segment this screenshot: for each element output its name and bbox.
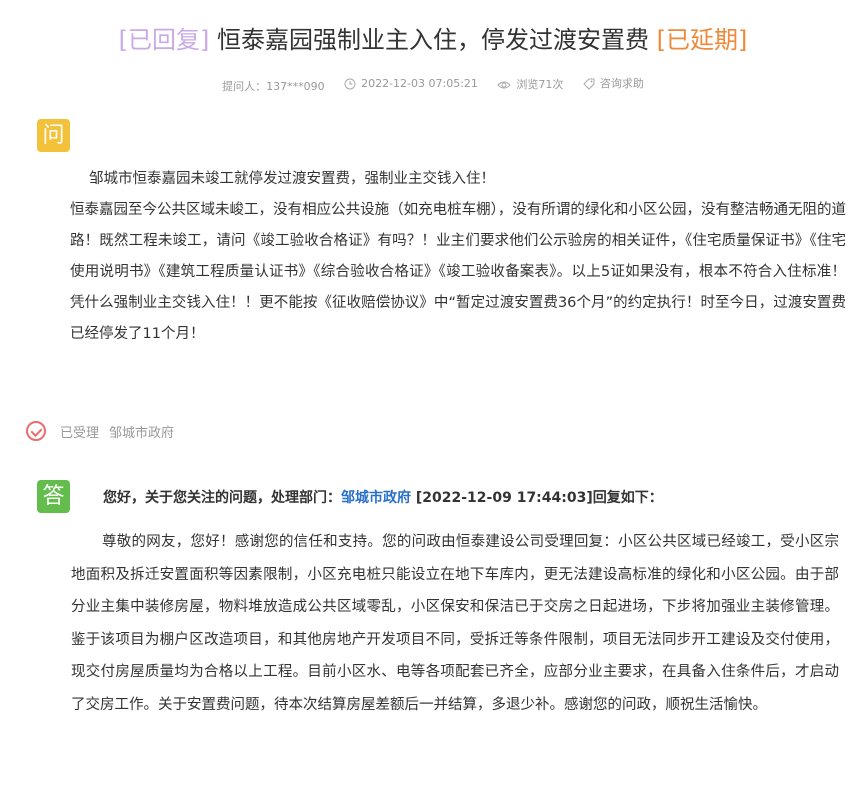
meta-bar: 提问人：137***090 2022-12-03 07:05:21 浏览71次 …	[0, 75, 866, 96]
asker-info: 提问人：137***090	[222, 78, 325, 96]
answer-head-prefix: 您好，关于您关注的问题，处理部门：	[103, 490, 341, 506]
status-department: 邹城市政府	[109, 425, 175, 441]
answer-content: 尊敬的网友，您好！感谢您的信任和支持。您的问政由恒泰建设公司受理回复：小区公共区…	[71, 526, 839, 721]
answer-header: 您好，关于您关注的问题，处理部门：邹城市政府 [2022-12-09 17:44…	[103, 484, 663, 512]
answer-head-suffix: [2022-12-09 17:44:03]回复如下：	[411, 490, 663, 506]
views-info: 浏览71次	[497, 76, 563, 94]
check-circle-icon	[26, 421, 46, 441]
time-info: 2022-12-03 07:05:21	[344, 75, 478, 93]
post-time: 2022-12-03 07:05:21	[361, 77, 478, 90]
category-label: 咨询求助	[599, 77, 644, 90]
page-title: [已回复] 恒泰嘉园强制业主入住，停发过渡安置费 [已延期]	[0, 22, 866, 58]
eye-icon	[497, 81, 512, 89]
replied-tag: [已回复]	[118, 26, 210, 54]
answer-badge: 答	[37, 480, 70, 513]
tag-icon	[583, 78, 595, 90]
title-text: 恒泰嘉园强制业主入住，停发过渡安置费	[217, 26, 649, 54]
question-summary: 邹城市恒泰嘉园未竣工就停发过渡安置费，强制业主交钱入住！	[89, 171, 495, 187]
answer-body: 尊敬的网友，您好！感谢您的信任和支持。您的问政由恒泰建设公司受理回复：小区公共区…	[71, 534, 839, 713]
question-badge: 问	[37, 119, 70, 152]
question-content: 邹城市恒泰嘉园未竣工就停发过渡安置费，强制业主交钱入住！ 恒泰嘉园至今公共区域未…	[70, 164, 846, 350]
department-link[interactable]: 邹城市政府	[341, 490, 411, 506]
extended-tag: [已延期]	[656, 26, 748, 54]
status-label: 已受理	[60, 425, 100, 441]
page: [已回复] 恒泰嘉园强制业主入住，停发过渡安置费 [已延期] 提问人：137**…	[0, 0, 866, 803]
question-body: 恒泰嘉园至今公共区域未峻工，没有相应公共设施（如充电桩车棚），没有所谓的绿化和小…	[70, 202, 846, 342]
clock-icon	[344, 78, 356, 90]
category-info[interactable]: 咨询求助	[583, 75, 644, 93]
view-count: 浏览71次	[516, 78, 564, 91]
asker-label: 提问人：137***090	[222, 80, 325, 93]
status-row: 已受理 邹城市政府	[26, 418, 174, 444]
